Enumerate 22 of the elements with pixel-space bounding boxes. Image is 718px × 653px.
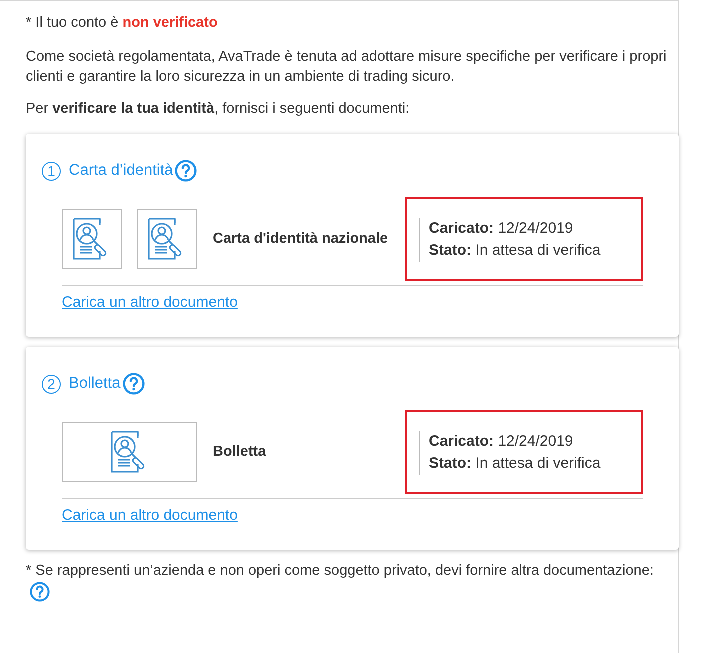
- help-icon[interactable]: [175, 160, 198, 182]
- document-request-text: Per verificare la tua identità, fornisci i seguenti documenti:: [26, 100, 411, 119]
- help-icon[interactable]: [122, 373, 145, 395]
- document-thumbnail[interactable]: [62, 209, 122, 269]
- step-number: 2: [42, 374, 61, 394]
- verification-status-text: Stato: In attesa di verifica: [429, 241, 602, 261]
- account-status-notice: * Il tuo conto è non verificato: [26, 14, 219, 33]
- upload-another-link[interactable]: Carica un altro documento: [62, 507, 238, 524]
- document-thumbnail[interactable]: [62, 422, 197, 482]
- document-name: Bolletta: [213, 444, 268, 460]
- document-type-title: Bolletta: [69, 375, 121, 393]
- step-number: 1: [42, 162, 61, 180]
- upload-another-link[interactable]: Carica un altro documento: [62, 294, 238, 311]
- help-icon[interactable]: [30, 582, 50, 602]
- footnote-text: * Se rappresenti un’azienda e non operi come soggetto privato, devi fornire altra documentazione:: [26, 563, 654, 579]
- verification-status-text: Stato: In attesa di verifica: [429, 454, 602, 474]
- upload-date-text: Caricato: 12/24/2019: [429, 432, 574, 452]
- intro-paragraph: Come società regolamentata, AvaTrade è tenuta ad adottare misure specifiche per verificare i propri clienti e garantire la loro sicurezza in un ambiente di trading sicuro.: [26, 48, 668, 87]
- document-type-title: Carta d’identità: [69, 162, 174, 180]
- document-name: Carta d'identità nazionale: [213, 231, 390, 247]
- document-thumbnail[interactable]: [137, 209, 197, 269]
- upload-date-text: Caricato: 12/24/2019: [429, 219, 574, 239]
